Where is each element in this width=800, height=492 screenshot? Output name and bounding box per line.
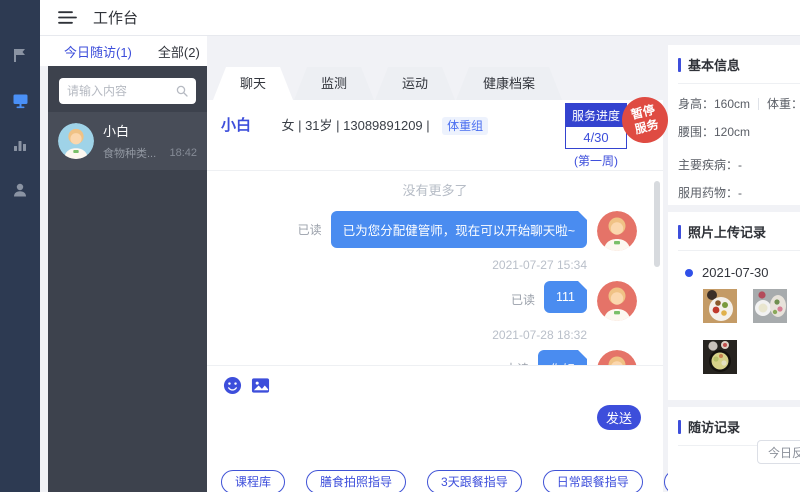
top-bar: 工作台 xyxy=(40,0,800,36)
height-value: 身高：160cm xyxy=(678,95,750,112)
contact-avatar xyxy=(58,123,94,159)
left-nav-rail xyxy=(0,0,40,492)
basic-info-title-row: 基本信息 xyxy=(678,55,800,84)
title-accent-bar xyxy=(678,58,681,72)
profile-panel: 基本信息 身高：160cm 体重：8 腰围：120cm 主要疾病：- 服用药物：… xyxy=(668,36,800,492)
patient-header: 小白 女 | 31岁 | 13089891209 | 体重组 服务进度 4/30… xyxy=(207,100,663,170)
patient-group-tag[interactable]: 体重组 xyxy=(442,117,488,135)
tab-all-contacts[interactable]: 全部(2) xyxy=(158,38,200,65)
service-progress-value: 4/30 xyxy=(566,127,626,148)
monitor-icon xyxy=(12,92,29,109)
chat-area: 聊天 监测 运动 健康档案 小白 女 | 31岁 | 13089891209 |… xyxy=(207,36,663,492)
search-icon xyxy=(176,85,188,97)
photo-date: 2021-07-30 xyxy=(702,265,769,280)
contact-tab-bar: 今日随访(1) 全部(2) xyxy=(40,36,207,66)
contact-list-item[interactable]: 小白 食物种类... 18:42 xyxy=(48,112,207,170)
photo-card-title: 照片上传记录 xyxy=(688,222,766,241)
nav-workstation-item[interactable] xyxy=(11,91,29,109)
photo-card-title-row: 照片上传记录 xyxy=(678,222,800,251)
contact-list-panel: 小白 食物种类... 18:42 xyxy=(48,66,207,492)
divider xyxy=(758,98,759,110)
contact-last-message: 食物种类... xyxy=(103,145,169,161)
contact-name: 小白 xyxy=(103,121,197,140)
chat-card: 小白 女 | 31岁 | 13089891209 | 体重组 服务进度 4/30… xyxy=(207,100,663,492)
message-scroll-area[interactable]: 没有更多了 已读 已为您分配健管师，现在可以开始聊天啦~ 2021-07-27 … xyxy=(207,171,663,365)
contact-meta-row: 食物种类... 18:42 xyxy=(103,145,197,161)
emoji-icon[interactable] xyxy=(223,376,242,395)
send-button[interactable]: 发送 xyxy=(597,405,641,430)
tab-today-followup[interactable]: 今日随访(1) xyxy=(64,38,132,65)
message-bubble: 你好 xyxy=(538,350,587,365)
read-status: 已读 xyxy=(298,221,322,238)
image-upload-icon[interactable] xyxy=(251,376,270,395)
tab-chat[interactable]: 聊天 xyxy=(213,67,293,100)
message-row: 已读 111 xyxy=(207,281,663,321)
message-bubble: 已为您分配健管师，现在可以开始聊天啦~ xyxy=(331,211,587,248)
page-title: 工作台 xyxy=(93,7,138,28)
tab-exercise[interactable]: 运动 xyxy=(375,67,455,100)
quick-actions-bar: 课程库 膳食拍照指导 3天跟餐指导 日常跟餐指导 方案推送 xyxy=(207,470,663,492)
weight-value: 体重：8 xyxy=(767,95,800,112)
medication-value: 服用药物：- xyxy=(678,184,742,201)
service-progress-label: 服务进度 xyxy=(566,104,626,127)
followup-record-card: 随访记录 今日反 xyxy=(668,407,800,492)
service-progress-box: 服务进度 4/30 xyxy=(565,103,627,149)
disease-value: 主要疾病：- xyxy=(678,156,742,173)
info-row: 腰围：120cm xyxy=(678,123,800,140)
title-accent-bar xyxy=(678,420,681,434)
photo-upload-card: 照片上传记录 2021-07-30 xyxy=(668,212,800,400)
info-row: 身高：160cm 体重：8 xyxy=(678,95,800,112)
patient-chat-avatar xyxy=(597,350,637,365)
message-row: 未读 你好 xyxy=(207,350,663,365)
message-row: 已读 已为您分配健管师，现在可以开始聊天啦~ xyxy=(207,211,663,251)
basic-info-title: 基本信息 xyxy=(688,55,740,74)
message-bubble: 111 xyxy=(544,281,587,313)
read-status: 已读 xyxy=(511,291,535,308)
today-feedback-button[interactable]: 今日反 xyxy=(757,440,800,464)
message-timestamp: 2021-07-27 15:34 xyxy=(207,258,663,272)
photo-timeline-head: 2021-07-30 xyxy=(678,265,800,280)
patient-chat-avatar xyxy=(597,281,637,321)
flag-icon xyxy=(12,47,28,63)
user-icon xyxy=(12,182,28,198)
timeline-dot xyxy=(685,269,693,277)
basic-info-card: 基本信息 身高：160cm 体重：8 腰围：120cm 主要疾病：- 服用药物：… xyxy=(668,45,800,205)
food-photo-thumbnail[interactable] xyxy=(703,289,737,323)
followup-title: 随访记录 xyxy=(688,417,740,436)
quick-action-course-library[interactable]: 课程库 xyxy=(221,470,285,492)
nav-statistics-item[interactable] xyxy=(11,136,29,154)
bar-chart-icon xyxy=(12,137,28,153)
title-accent-bar xyxy=(678,225,681,239)
patient-meta: 女 | 31岁 | 13089891209 | xyxy=(281,118,429,133)
nav-profile-item[interactable] xyxy=(11,181,29,199)
quick-action-meal-photo-guide[interactable]: 膳食拍照指导 xyxy=(306,470,406,492)
quick-action-daily-meal-guide[interactable]: 日常跟餐指导 xyxy=(543,470,643,492)
message-composer[interactable]: 发送 xyxy=(207,366,663,469)
info-row: 服用药物：- xyxy=(678,184,800,201)
tab-monitoring[interactable]: 监测 xyxy=(294,67,374,100)
read-status: 未读 xyxy=(505,360,529,365)
chat-tab-bar: 聊天 监测 运动 健康档案 xyxy=(213,67,563,100)
patient-name: 小白 xyxy=(221,117,251,134)
photo-grid xyxy=(703,289,789,374)
no-more-indicator: 没有更多了 xyxy=(207,171,663,199)
composer-toolbar xyxy=(223,376,663,395)
tab-health-record[interactable]: 健康档案 xyxy=(456,67,562,100)
chat-scrollbar-thumb[interactable] xyxy=(654,181,660,267)
waist-value: 腰围：120cm xyxy=(678,123,750,140)
quick-action-3day-meal-guide[interactable]: 3天跟餐指导 xyxy=(427,470,522,492)
info-row: 主要疾病：- xyxy=(678,156,800,173)
nav-flag-item[interactable] xyxy=(11,46,29,64)
contact-search xyxy=(59,78,196,104)
collapse-menu-icon[interactable] xyxy=(58,10,77,25)
contact-text-block: 小白 食物种类... 18:42 xyxy=(103,121,197,161)
service-week-label: (第一周) xyxy=(559,152,633,169)
food-photo-thumbnail[interactable] xyxy=(753,289,787,323)
food-photo-thumbnail[interactable] xyxy=(703,340,737,374)
patient-chat-avatar xyxy=(597,211,637,251)
contact-time: 18:42 xyxy=(169,147,197,159)
search-input[interactable] xyxy=(67,84,176,98)
message-timestamp: 2021-07-28 18:32 xyxy=(207,328,663,342)
